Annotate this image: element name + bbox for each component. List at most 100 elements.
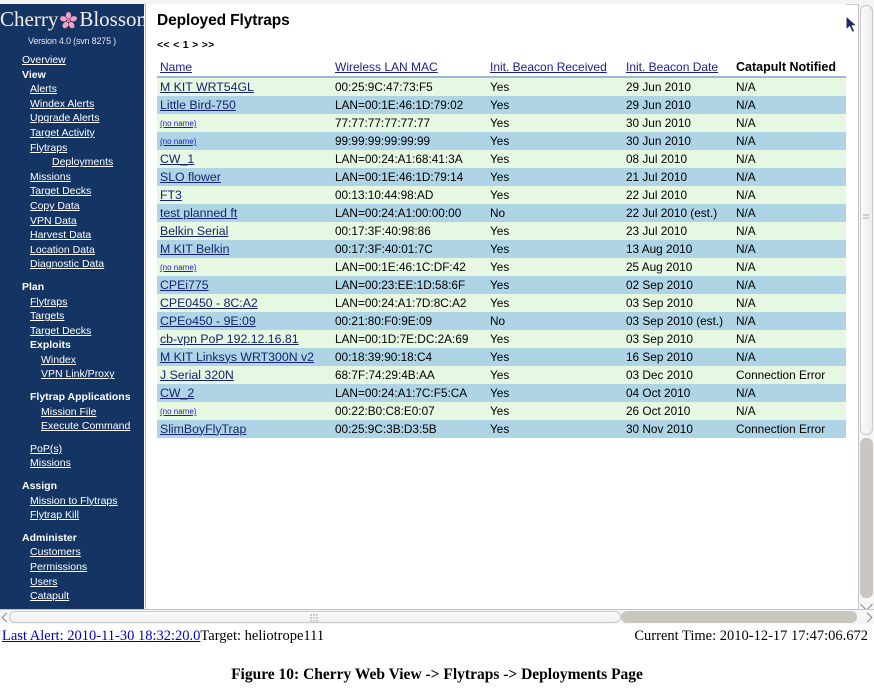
flytrap-name-link[interactable]: CW_1 xyxy=(160,152,194,166)
vertical-scrollbar-track[interactable] xyxy=(860,438,873,598)
column-header-last-clipped[interactable]: L xyxy=(843,56,846,78)
flytrap-name-link[interactable]: cb-vpn PoP 192.12.16.81 xyxy=(160,332,299,346)
column-header-init-beacon-date[interactable]: Init. Beacon Date xyxy=(623,56,733,78)
column-header-wireless-lan-mac[interactable]: Wireless LAN MAC xyxy=(332,56,487,78)
sidebar-item-location-data[interactable]: Location Data xyxy=(0,243,144,258)
flytrap-name-link[interactable]: CW_2 xyxy=(160,386,194,400)
sidebar-item-targets[interactable]: Targets xyxy=(0,309,144,324)
sidebar-item-vpn-data[interactable]: VPN Data xyxy=(0,214,144,229)
cell-init-beacon-received: Yes xyxy=(487,77,623,96)
horizontal-scrollbar-grip xyxy=(310,614,319,622)
sidebar-item-upgrade-alerts[interactable]: Upgrade Alerts xyxy=(0,111,144,126)
sidebar-item-execute-command[interactable]: Execute Command xyxy=(0,419,144,434)
sidebar-item-overview[interactable]: Overview xyxy=(0,53,144,68)
cell-init-beacon-received: Yes xyxy=(487,114,623,132)
cell-last-clipped xyxy=(843,312,846,330)
sidebar-item-target-decks[interactable]: Target Decks xyxy=(0,324,144,339)
cell-name: M KIT WRT54GL xyxy=(157,77,332,96)
column-header-wireless-lan-mac-label[interactable]: Wireless LAN MAC xyxy=(335,60,438,74)
cell-last-clipped xyxy=(843,150,846,168)
cell-catapult-notified: N/A xyxy=(733,186,843,204)
sidebar-item-customers[interactable]: Customers xyxy=(0,545,144,560)
sidebar-item-alerts[interactable]: Alerts xyxy=(0,82,144,97)
cell-last-clipped: Fi xyxy=(843,420,846,438)
flytrap-name-link[interactable]: (no name) xyxy=(160,137,196,146)
sidebar-item-windex[interactable]: Windex xyxy=(0,353,144,368)
cell-name: (no name) xyxy=(157,402,332,420)
cell-last-clipped: Sl xyxy=(843,240,846,258)
sidebar-item-pop-s[interactable]: PoP(s) xyxy=(0,442,144,457)
cell-last-clipped xyxy=(843,294,846,312)
sidebar-item-target-decks[interactable]: Target Decks xyxy=(0,184,144,199)
column-header-name-label[interactable]: Name xyxy=(160,60,192,74)
flytrap-name-link[interactable]: M KIT WRT54GL xyxy=(160,80,254,94)
column-header-catapult-notified: Catapult Notified xyxy=(733,56,843,78)
sidebar-item-target-activity[interactable]: Target Activity xyxy=(0,126,144,141)
cell-init-beacon-date: 22 Jul 2010 (est.) xyxy=(623,204,733,222)
cell-name: J Serial 320N xyxy=(157,366,332,384)
cell-init-beacon-date: 13 Aug 2010 xyxy=(623,240,733,258)
last-alert-link[interactable]: Last Alert: 2010-11-30 18:32:20.0 xyxy=(2,628,200,644)
flytrap-name-link[interactable]: Little Bird-750 xyxy=(160,98,236,112)
cell-wireless-lan-mac: 99:99:99:99:99:99 xyxy=(332,132,487,150)
flytrap-name-link[interactable]: Belkin Serial xyxy=(160,224,228,238)
flytrap-name-link[interactable]: J Serial 320N xyxy=(160,368,234,382)
scroll-right-arrow-icon[interactable] xyxy=(862,612,873,623)
sidebar-item-flytrap-kill[interactable]: Flytrap Kill xyxy=(0,508,144,523)
sidebar-item-harvest-data[interactable]: Harvest Data xyxy=(0,228,144,243)
sidebar-item-copy-data[interactable]: Copy Data xyxy=(0,199,144,214)
column-header-name[interactable]: Name xyxy=(157,56,332,78)
sidebar-item-mission-file[interactable]: Mission File xyxy=(0,405,144,420)
table-row: (no name) 99:99:99:99:99:99 Yes 30 Jun 2010… xyxy=(157,132,846,150)
flytrap-name-link[interactable]: (no name) xyxy=(160,119,196,128)
cell-wireless-lan-mac: LAN=00:1E:46:1D:79:02 xyxy=(332,96,487,114)
cell-init-beacon-received: Yes xyxy=(487,420,623,438)
horizontal-scrollbar-track[interactable] xyxy=(621,611,857,623)
cell-name: CPEi775 xyxy=(157,276,332,294)
table-row: CW_2 LAN=00:24:A1:7C:F5:CA Yes 04 Oct 2010 N… xyxy=(157,384,846,402)
sidebar-item-deployments[interactable]: Deployments xyxy=(0,155,144,170)
column-header-init-beacon-received[interactable]: Init. Beacon Received xyxy=(487,56,623,78)
flytrap-name-link[interactable]: SLO flower xyxy=(160,170,221,184)
sidebar-item-catapult[interactable]: Catapult xyxy=(0,589,144,604)
cell-last-clipped xyxy=(843,276,846,294)
vertical-scrollbar[interactable] xyxy=(858,4,874,613)
flytrap-name-link[interactable]: CPEi775 xyxy=(160,278,209,292)
flytrap-name-link[interactable]: CPE0450 - 8C:A2 xyxy=(160,296,258,310)
flytrap-name-link[interactable]: test planned ft xyxy=(160,206,237,220)
sidebar-item-diagnostic-data[interactable]: Diagnostic Data xyxy=(0,257,144,272)
flytrap-name-link[interactable]: CPEo450 - 9E:09 xyxy=(160,314,256,328)
sidebar-item-missions[interactable]: Missions xyxy=(0,170,144,185)
sidebar-item-vpn-link-proxy[interactable]: VPN Link/Proxy xyxy=(0,367,144,382)
flytrap-name-link[interactable]: (no name) xyxy=(160,263,196,272)
flytrap-name-link[interactable]: (no name) xyxy=(160,407,196,416)
brand-version: Version 4.0 (svn 8275 ) xyxy=(28,36,116,46)
sidebar-item-missions[interactable]: Missions xyxy=(0,456,144,471)
flytrap-name-link[interactable]: SlimBoyFlyTrap xyxy=(160,422,246,436)
sidebar-item-flytraps[interactable]: Flytraps xyxy=(0,141,144,156)
flytrap-name-link[interactable]: FT3 xyxy=(160,188,182,202)
cell-catapult-notified: N/A xyxy=(733,294,843,312)
pagination-control[interactable]: << < 1 > >> xyxy=(146,30,846,56)
cell-wireless-lan-mac: 00:21:80:F0:9E:09 xyxy=(332,312,487,330)
sidebar-item-users[interactable]: Users xyxy=(0,575,144,590)
sidebar-item-mission-to-flytraps[interactable]: Mission to Flytraps xyxy=(0,494,144,509)
cell-catapult-notified: N/A xyxy=(733,258,843,276)
flytrap-name-link[interactable]: M KIT Linksys WRT300N v2 xyxy=(160,350,314,364)
cell-init-beacon-date: 02 Sep 2010 xyxy=(623,276,733,294)
cell-last-clipped: Sl xyxy=(843,330,846,348)
column-header-init-beacon-date-label[interactable]: Init. Beacon Date xyxy=(626,60,718,74)
cell-catapult-notified: Connection Error xyxy=(733,366,843,384)
flytrap-name-link[interactable]: M KIT Belkin xyxy=(160,242,229,256)
cell-wireless-lan-mac: 77:77:77:77:77:77 xyxy=(332,114,487,132)
sidebar-item-windex-alerts[interactable]: Windex Alerts xyxy=(0,97,144,112)
pagination-label[interactable]: << < 1 > >> xyxy=(157,39,215,51)
table-row: FT3 00:13:10:44:98:ADYes22 Jul 2010N/ASl xyxy=(157,186,846,204)
horizontal-scrollbar[interactable] xyxy=(0,609,874,624)
column-header-init-beacon-received-label[interactable]: Init. Beacon Received xyxy=(490,60,607,74)
cell-catapult-notified: N/A xyxy=(733,348,843,366)
cell-catapult-notified: N/A xyxy=(733,240,843,258)
sidebar-item-permissions[interactable]: Permissions xyxy=(0,560,144,575)
sidebar-item-flytraps[interactable]: Flytraps xyxy=(0,295,144,310)
